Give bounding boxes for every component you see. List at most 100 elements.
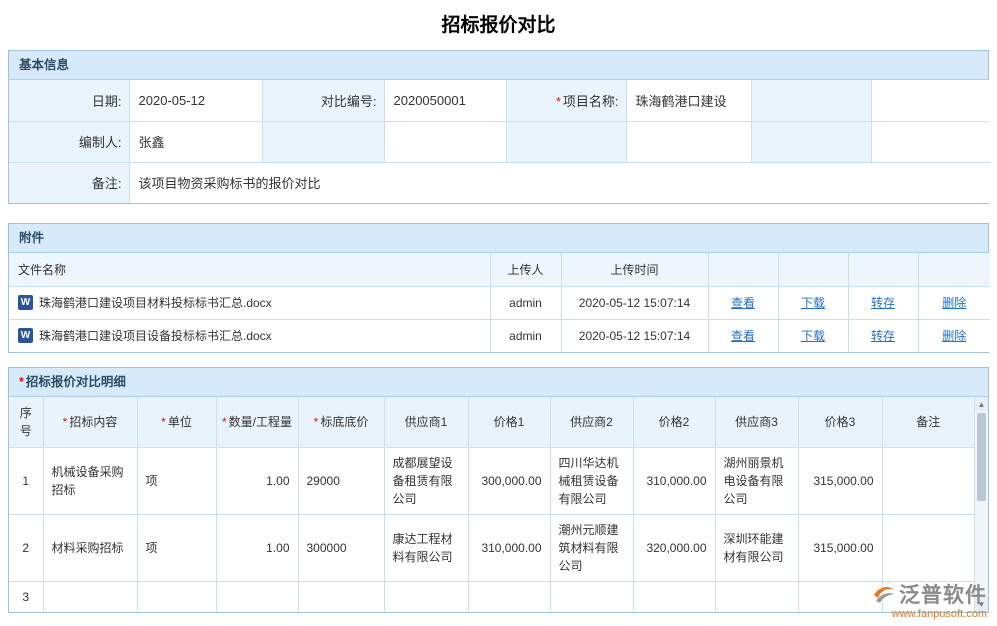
- view-link[interactable]: 查看: [731, 329, 755, 343]
- required-asterisk: *: [161, 415, 166, 429]
- attachments-section: 附件 文件名称 上传人 上传时间 W 珠海鹤港口建设项目材料投标标书汇总.doc…: [8, 223, 989, 353]
- cell-price3: 315,000.00: [798, 514, 882, 581]
- page-title: 招标报价对比: [0, 0, 997, 50]
- basic-info-section-title: 基本信息: [9, 51, 988, 80]
- col-content: *招标内容: [43, 397, 137, 447]
- cell-supplier1: [384, 581, 468, 612]
- attachment-uploader: admin: [490, 286, 561, 319]
- col-price2: 价格2: [633, 397, 715, 447]
- cell-price1: 310,000.00: [468, 514, 550, 581]
- cell-unit: 项: [137, 447, 216, 514]
- download-link[interactable]: 下载: [801, 329, 825, 343]
- delete-link[interactable]: 删除: [942, 329, 966, 343]
- cell-content: [43, 581, 137, 612]
- project-name-value: 珠海鹤港口建设: [626, 80, 751, 121]
- cell-base-price: 300000: [298, 514, 384, 581]
- project-name-label-text: 项目名称:: [563, 94, 619, 109]
- cell-seq: 1: [9, 447, 43, 514]
- empty-label-cell: [751, 80, 871, 121]
- cell-remark: [882, 514, 974, 581]
- attachment-upload-time: 2020-05-12 15:07:14: [561, 319, 708, 352]
- action-cell: 下载: [778, 319, 848, 352]
- col-action-empty: [848, 253, 918, 286]
- cell-qty: [216, 581, 298, 612]
- cell-price1: 300,000.00: [468, 447, 550, 514]
- attachment-filename-cell: W 珠海鹤港口建设项目材料投标标书汇总.docx: [9, 286, 490, 319]
- cell-supplier2: 潮州元顺建筑材料有限公司: [550, 514, 633, 581]
- download-link[interactable]: 下载: [801, 296, 825, 310]
- action-cell: 删除: [918, 319, 990, 352]
- attachments-table: 文件名称 上传人 上传时间 W 珠海鹤港口建设项目材料投标标书汇总.docx a…: [9, 253, 990, 352]
- delete-link[interactable]: 删除: [942, 296, 966, 310]
- cell-remark: [882, 447, 974, 514]
- col-qty: *数量/工程量: [216, 397, 298, 447]
- required-asterisk: *: [19, 375, 24, 389]
- brand-name: 泛普软件: [899, 579, 987, 609]
- cell-content: 机械设备采购招标: [43, 447, 137, 514]
- col-remark: 备注: [882, 397, 974, 447]
- attachment-uploader: admin: [490, 319, 561, 352]
- cell-unit: 项: [137, 514, 216, 581]
- col-price1: 价格1: [468, 397, 550, 447]
- transfer-link[interactable]: 转存: [871, 329, 895, 343]
- cell-supplier2: 四川华达机械租赁设备有限公司: [550, 447, 633, 514]
- empty-label-cell: [751, 121, 871, 162]
- col-supplier2: 供应商2: [550, 397, 633, 447]
- date-label: 日期:: [9, 80, 129, 121]
- scrollbar-thumb[interactable]: [977, 413, 986, 501]
- action-cell: 删除: [918, 286, 990, 319]
- col-base-price: *标底底价: [298, 397, 384, 447]
- detail-row: 2 材料采购招标 项 1.00 300000 康达工程材料有限公司 310,00…: [9, 514, 974, 581]
- view-link[interactable]: 查看: [731, 296, 755, 310]
- col-unit: *单位: [137, 397, 216, 447]
- transfer-link[interactable]: 转存: [871, 296, 895, 310]
- empty-value-cell: [871, 80, 990, 121]
- cell-base-price: 29000: [298, 447, 384, 514]
- empty-label-cell: [506, 121, 626, 162]
- empty-value-cell: [626, 121, 751, 162]
- col-price3: 价格3: [798, 397, 882, 447]
- cell-supplier1: 成都展望设备租赁有限公司: [384, 447, 468, 514]
- date-value: 2020-05-12: [129, 80, 262, 121]
- col-upload-time: 上传时间: [561, 253, 708, 286]
- detail-section: *招标报价对比明细 序号 *招标内容 *单位 *数量/工程量 *标底底价 供应商…: [8, 367, 989, 613]
- compare-no-label: 对比编号:: [262, 80, 384, 121]
- cell-supplier3: [715, 581, 798, 612]
- cell-content: 材料采购招标: [43, 514, 137, 581]
- empty-value-cell: [384, 121, 506, 162]
- required-asterisk: *: [222, 415, 227, 429]
- detail-header-row: 序号 *招标内容 *单位 *数量/工程量 *标底底价 供应商1 价格1 供应商2…: [9, 397, 974, 447]
- cell-qty: 1.00: [216, 447, 298, 514]
- cell-seq: 3: [9, 581, 43, 612]
- attachments-header-row: 文件名称 上传人 上传时间: [9, 253, 990, 286]
- author-label: 编制人:: [9, 121, 129, 162]
- attachment-upload-time: 2020-05-12 15:07:14: [561, 286, 708, 319]
- empty-value-cell: [871, 121, 990, 162]
- fanpu-logo-icon: [872, 583, 896, 605]
- col-supplier3: 供应商3: [715, 397, 798, 447]
- watermark: 泛普软件 www.fanpusoft.com: [872, 579, 987, 620]
- cell-price2: 320,000.00: [633, 514, 715, 581]
- attachment-filename: 珠海鹤港口建设项目设备投标标书汇总.docx: [39, 327, 272, 344]
- cell-base-price: [298, 581, 384, 612]
- brand-url: www.fanpusoft.com: [872, 608, 987, 620]
- col-uploader: 上传人: [490, 253, 561, 286]
- cell-price1: [468, 581, 550, 612]
- required-asterisk: *: [314, 415, 319, 429]
- action-cell: 查看: [708, 319, 778, 352]
- col-action-empty: [778, 253, 848, 286]
- col-action-empty: [708, 253, 778, 286]
- col-action-empty: [918, 253, 990, 286]
- action-cell: 下载: [778, 286, 848, 319]
- cell-price3: 315,000.00: [798, 447, 882, 514]
- cell-supplier3: 深圳环能建材有限公司: [715, 514, 798, 581]
- required-asterisk: *: [63, 415, 68, 429]
- remark-label: 备注:: [9, 162, 129, 203]
- cell-supplier1: 康达工程材料有限公司: [384, 514, 468, 581]
- detail-row: 3: [9, 581, 974, 612]
- scroll-up-icon[interactable]: ▲: [975, 397, 988, 412]
- compare-no-value: 2020050001: [384, 80, 506, 121]
- cell-price2: 310,000.00: [633, 447, 715, 514]
- cell-supplier3: 湖州丽景机电设备有限公司: [715, 447, 798, 514]
- attachments-section-title: 附件: [9, 224, 988, 253]
